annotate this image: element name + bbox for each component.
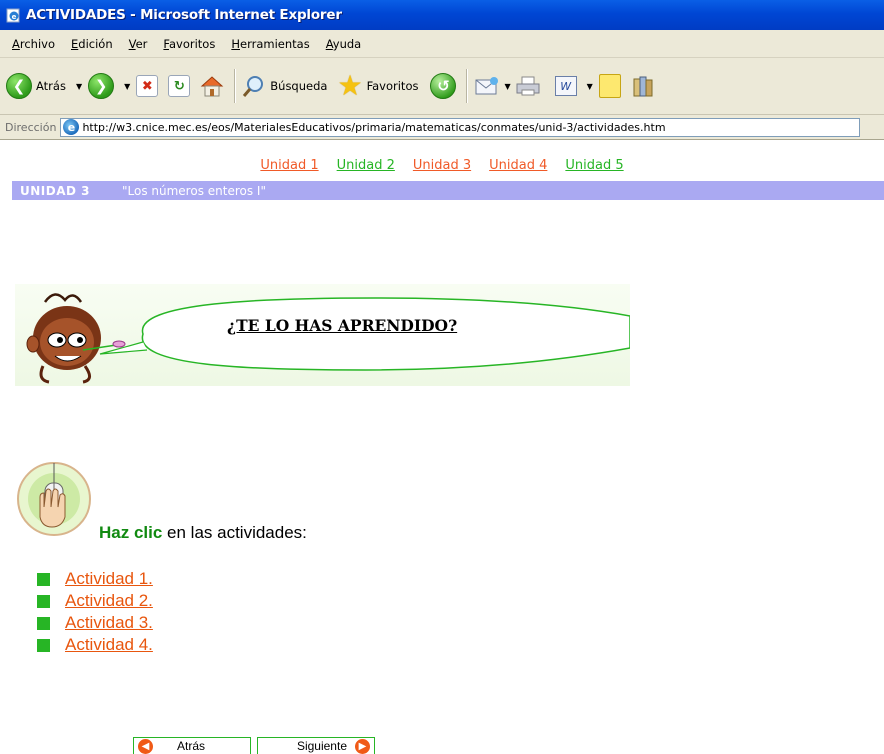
address-field[interactable]: e http://w3.cnice.mec.es/eos/MaterialesE… xyxy=(60,117,861,137)
activity-link-1[interactable]: Actividad 1. xyxy=(65,569,153,589)
toolbar-separator xyxy=(466,69,469,103)
unit-link-5[interactable]: Unidad 5 xyxy=(565,158,623,176)
click-hand-icon xyxy=(16,461,92,537)
note-icon xyxy=(598,74,621,98)
mail-button[interactable] xyxy=(474,66,500,106)
forward-dropdown-icon[interactable]: ▼ xyxy=(124,82,130,91)
unit-link-1[interactable]: Unidad 1 xyxy=(260,158,318,176)
unit-link-4[interactable]: Unidad 4 xyxy=(489,158,547,176)
toolbar: ❮ Atrás ▼ ❯ ▼ ✖ ↻ Búsqueda ★ Favoritos ↺… xyxy=(0,58,884,115)
page-navigation: ◀ Atrás Siguiente ▶ xyxy=(133,737,375,754)
home-button[interactable] xyxy=(200,66,224,106)
unit-link-3[interactable]: Unidad 3 xyxy=(413,158,471,176)
menu-ver[interactable]: Ver xyxy=(121,37,156,51)
word-icon: W xyxy=(554,76,577,96)
forward-icon: ❯ xyxy=(88,73,115,99)
list-item: Actividad 1. xyxy=(37,568,153,590)
menu-ayuda[interactable]: Ayuda xyxy=(318,37,370,51)
back-button[interactable]: ❮ Atrás xyxy=(6,66,66,106)
bullet-square-icon xyxy=(37,572,50,586)
instruction-text: Haz clic en las actividades: xyxy=(99,523,307,543)
instruction-emphasis: Haz clic xyxy=(99,523,163,542)
previous-button[interactable]: ◀ Atrás xyxy=(133,737,251,754)
search-label: Búsqueda xyxy=(270,79,328,93)
print-button[interactable] xyxy=(515,66,541,106)
back-label: Atrás xyxy=(36,79,66,93)
unit-header-bar: UNIDAD 3 "Los números enteros I" xyxy=(12,181,884,200)
menu-herramientas[interactable]: Herramientas xyxy=(223,37,317,51)
unit-code: UNIDAD 3 xyxy=(20,183,90,198)
banner-title: ¿TE LO HAS APRENDIDO? xyxy=(227,316,458,335)
stop-button[interactable]: ✖ xyxy=(136,66,159,106)
menu-favoritos[interactable]: Favoritos xyxy=(155,37,223,51)
activities-list: Actividad 1. Actividad 2. Actividad 3. A… xyxy=(37,568,153,656)
word-button[interactable]: W xyxy=(554,66,577,106)
forward-button[interactable]: ❯ xyxy=(88,66,115,106)
stop-icon: ✖ xyxy=(136,75,159,97)
mail-dropdown-icon[interactable]: ▼ xyxy=(504,82,510,91)
back-dropdown-icon[interactable]: ▼ xyxy=(76,82,82,91)
svg-text:e: e xyxy=(12,13,17,21)
menu-edicion[interactable]: Edición xyxy=(63,37,121,51)
arrow-right-icon: ▶ xyxy=(355,738,370,754)
refresh-icon: ↻ xyxy=(168,75,191,97)
back-icon: ❮ xyxy=(6,73,32,99)
list-item: Actividad 2. xyxy=(37,590,153,612)
bullet-square-icon xyxy=(37,616,50,630)
favorites-button[interactable]: ★ Favoritos xyxy=(337,66,418,106)
ie-icon: e xyxy=(63,119,80,135)
unit-title: "Los números enteros I" xyxy=(122,183,266,198)
menu-archivo[interactable]: Archivo xyxy=(4,37,63,51)
print-icon xyxy=(515,75,541,97)
next-button[interactable]: Siguiente ▶ xyxy=(257,737,375,754)
menu-bar: Archivo Edición Ver Favoritos Herramient… xyxy=(0,30,884,58)
ie-page-icon: e xyxy=(6,8,21,23)
arrow-left-icon: ◀ xyxy=(138,738,153,754)
list-item: Actividad 3. xyxy=(37,612,153,634)
favorites-label: Favoritos xyxy=(366,79,419,93)
window-title: ACTIVIDADES - Microsoft Internet Explore… xyxy=(26,7,342,23)
toolbar-separator xyxy=(234,69,237,103)
research-button[interactable] xyxy=(631,66,655,106)
unit-navigation: Unidad 1 Unidad 2 Unidad 3 Unidad 4 Unid… xyxy=(0,158,884,176)
address-label: Dirección xyxy=(5,120,57,134)
mascot-icon xyxy=(26,293,126,384)
activity-link-3[interactable]: Actividad 3. xyxy=(65,613,153,633)
list-item: Actividad 4. xyxy=(37,634,153,656)
favorites-icon: ★ xyxy=(337,69,363,102)
unit-link-2[interactable]: Unidad 2 xyxy=(337,158,395,176)
banner: ¿TE LO HAS APRENDIDO? xyxy=(15,284,630,386)
banner-graphic xyxy=(26,293,630,384)
mail-icon xyxy=(474,75,500,97)
bullet-square-icon xyxy=(37,638,50,652)
research-icon xyxy=(631,74,655,98)
activity-link-4[interactable]: Actividad 4. xyxy=(65,635,153,655)
home-icon xyxy=(200,74,224,98)
title-bar: e ACTIVIDADES - Microsoft Internet Explo… xyxy=(0,0,884,30)
bullet-square-icon xyxy=(37,594,50,608)
address-url[interactable]: http://w3.cnice.mec.es/eos/MaterialesEdu… xyxy=(82,121,665,134)
search-icon xyxy=(242,74,266,98)
previous-label: Atrás xyxy=(177,739,206,753)
next-label: Siguiente xyxy=(296,739,347,753)
history-icon: ↺ xyxy=(430,73,457,99)
search-button[interactable]: Búsqueda xyxy=(242,66,327,106)
note-button[interactable] xyxy=(598,66,621,106)
refresh-button[interactable]: ↻ xyxy=(168,66,191,106)
instruction-rest: en las actividades: xyxy=(162,523,307,542)
history-button[interactable]: ↺ xyxy=(430,66,457,106)
word-dropdown-icon[interactable]: ▼ xyxy=(587,82,593,91)
activity-link-2[interactable]: Actividad 2. xyxy=(65,591,153,611)
address-bar: Dirección e http://w3.cnice.mec.es/eos/M… xyxy=(0,115,884,140)
